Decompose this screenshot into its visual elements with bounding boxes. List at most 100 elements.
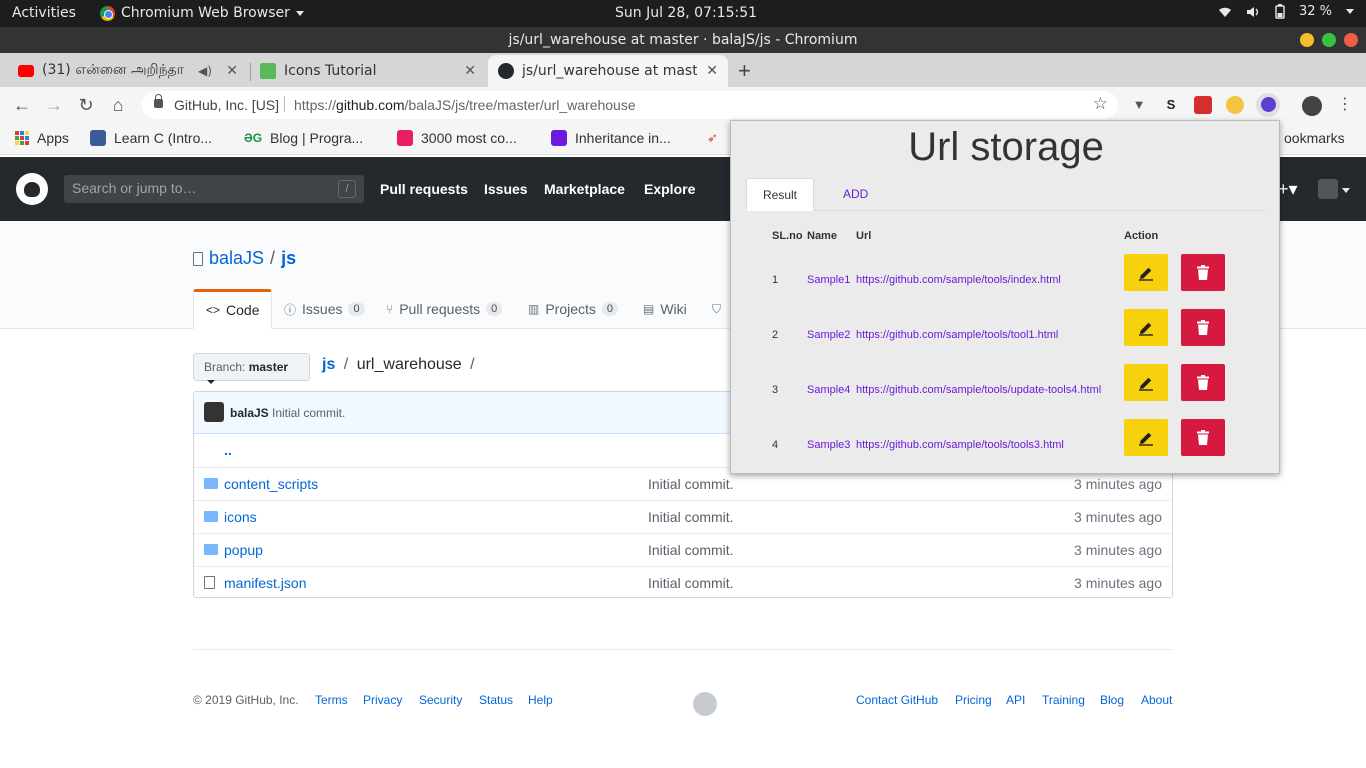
row-name[interactable]: Sample2 (807, 329, 850, 341)
maximize-button[interactable] (1322, 33, 1336, 47)
nav-pull-requests[interactable]: Pull requests (380, 181, 468, 197)
search-input[interactable]: Search or jump to… / (64, 175, 364, 203)
new-tab-button[interactable]: + (738, 58, 751, 84)
tab-code[interactable]: <> Code (193, 289, 273, 329)
github-logo-icon[interactable] (16, 173, 48, 205)
file-name-link[interactable]: popup (224, 542, 263, 558)
parent-dir-link[interactable]: .. (224, 442, 232, 458)
nav-issues[interactable]: Issues (484, 181, 528, 197)
home-button[interactable]: ⌂ (106, 93, 130, 117)
clock[interactable]: Sun Jul 28, 07:15:51 (615, 5, 757, 21)
speaker-icon[interactable]: ◀) (198, 64, 212, 78)
edit-button[interactable] (1124, 309, 1168, 346)
edit-button[interactable] (1124, 419, 1168, 456)
branch-select-button[interactable]: Branch: master (193, 353, 310, 384)
chevron-down-icon[interactable] (1342, 188, 1350, 193)
extension-book-icon[interactable] (1194, 96, 1212, 114)
tab-add[interactable]: ADD (827, 178, 884, 211)
commit-message[interactable]: Initial commit. (272, 406, 345, 420)
delete-button[interactable] (1181, 254, 1225, 291)
footer-link-status[interactable]: Status (479, 693, 513, 707)
system-tray[interactable]: 32 % (1218, 4, 1354, 19)
footer-link-blog[interactable]: Blog (1100, 693, 1124, 707)
delete-button[interactable] (1181, 419, 1225, 456)
file-name-link[interactable]: manifest.json (224, 575, 306, 591)
row-url-link[interactable]: https://github.com/sample/tools/index.ht… (856, 274, 1061, 286)
menu-kebab-icon[interactable]: ⋮ (1336, 96, 1354, 114)
row-name[interactable]: Sample3 (807, 439, 850, 451)
other-bookmarks[interactable]: ookmarks (1284, 130, 1345, 146)
tab-issues[interactable]: ⓘ Issues 0 (272, 289, 377, 329)
tab-wiki[interactable]: ▤ Wiki (631, 289, 699, 329)
footer-link-security[interactable]: Security (419, 693, 462, 707)
url-text[interactable]: https://github.com/balaJS/js/tree/master… (294, 97, 636, 113)
breadcrumb-root-link[interactable]: js (322, 356, 335, 373)
footer-link-help[interactable]: Help (528, 693, 553, 707)
back-button[interactable]: ← (10, 93, 34, 117)
file-row[interactable]: icons Initial commit. 3 minutes ago (194, 500, 1172, 533)
row-url-link[interactable]: https://github.com/sample/tools/update-t… (856, 384, 1101, 396)
footer-link-contact[interactable]: Contact GitHub (856, 693, 938, 707)
reload-button[interactable]: ↻ (74, 93, 98, 117)
close-tab-icon[interactable]: ✕ (706, 63, 718, 79)
site-identity[interactable]: GitHub, Inc. [US] (174, 97, 279, 113)
edit-button[interactable] (1124, 254, 1168, 291)
tab-pull-requests[interactable]: ⑂ Pull requests 0 (374, 289, 514, 329)
file-name-link[interactable]: content_scripts (224, 476, 318, 492)
file-row[interactable]: popup Initial commit. 3 minutes ago (194, 533, 1172, 566)
file-commit-message[interactable]: Initial commit. (648, 575, 734, 591)
activities-button[interactable]: Activities (12, 5, 76, 21)
avatar[interactable] (1318, 179, 1338, 199)
extension-s-icon[interactable]: S (1162, 96, 1180, 114)
extension-url-storage-icon[interactable] (1256, 93, 1280, 117)
forward-button[interactable]: → (42, 93, 66, 117)
row-name[interactable]: Sample1 (807, 274, 850, 286)
footer-link-pricing[interactable]: Pricing (955, 693, 992, 707)
row-url-link[interactable]: https://github.com/sample/tools/tools3.h… (856, 439, 1064, 451)
tab-security[interactable]: ⛉ (700, 289, 733, 329)
delete-button[interactable] (1181, 364, 1225, 401)
nav-marketplace[interactable]: Marketplace (544, 181, 625, 197)
tab-github-active[interactable]: js/url_warehouse at mast ✕ (488, 55, 728, 87)
address-bar[interactable]: GitHub, Inc. [US] https://github.com/bal… (142, 91, 1118, 119)
footer-link-terms[interactable]: Terms (315, 693, 348, 707)
extension-cookie-icon[interactable] (1226, 96, 1244, 114)
tab-result[interactable]: Result (746, 178, 815, 211)
app-menu[interactable]: Chromium Web Browser (100, 5, 304, 21)
tab-icons-tutorial[interactable]: Icons Tutorial ✕ (250, 55, 486, 87)
row-name[interactable]: Sample4 (807, 384, 850, 396)
file-name-link[interactable]: icons (224, 509, 257, 525)
minimize-button[interactable] (1300, 33, 1314, 47)
bookmark-apps[interactable]: Apps (15, 130, 69, 146)
close-window-button[interactable] (1344, 33, 1358, 47)
bookmark-3000-words[interactable]: 3000 most co... (397, 130, 517, 146)
footer-link-about[interactable]: About (1141, 693, 1172, 707)
github-mark-icon[interactable] (693, 692, 717, 716)
repo-name-link[interactable]: js (281, 248, 296, 269)
bookmark-inheritance[interactable]: Inheritance in... (551, 130, 671, 146)
file-row[interactable]: manifest.json Initial commit. 3 minutes … (194, 566, 1172, 599)
file-commit-message[interactable]: Initial commit. (648, 542, 734, 558)
extension-v-icon[interactable]: ▼ (1130, 96, 1148, 114)
profile-avatar[interactable] (1302, 96, 1322, 116)
footer-link-privacy[interactable]: Privacy (363, 693, 402, 707)
file-commit-message[interactable]: Initial commit. (648, 509, 734, 525)
footer-link-training[interactable]: Training (1042, 693, 1085, 707)
create-new-plus-icon[interactable]: +▾ (1278, 179, 1298, 200)
nav-explore[interactable]: Explore (644, 181, 695, 197)
tab-projects[interactable]: ▥ Projects 0 (516, 289, 630, 329)
avatar[interactable] (204, 402, 224, 422)
bookmark-star-icon[interactable]: ☆ (1093, 94, 1108, 114)
commit-author[interactable]: balaJS (230, 406, 269, 420)
close-tab-icon[interactable]: ✕ (226, 63, 238, 79)
tab-youtube[interactable]: (31) என்னை அறிந்தா ◀) ✕ (8, 55, 248, 87)
delete-button[interactable] (1181, 309, 1225, 346)
lock-icon[interactable] (154, 94, 163, 108)
close-tab-icon[interactable]: ✕ (464, 63, 476, 79)
bookmark-blog[interactable]: ƏG Blog | Progra... (244, 130, 363, 146)
footer-link-api[interactable]: API (1006, 693, 1025, 707)
bookmark-learn-c[interactable]: Learn C (Intro... (90, 130, 212, 146)
repo-owner-link[interactable]: balaJS (209, 248, 264, 269)
row-url-link[interactable]: https://github.com/sample/tools/tool1.ht… (856, 329, 1058, 341)
bookmark-rocket[interactable]: ➶ (707, 130, 718, 146)
